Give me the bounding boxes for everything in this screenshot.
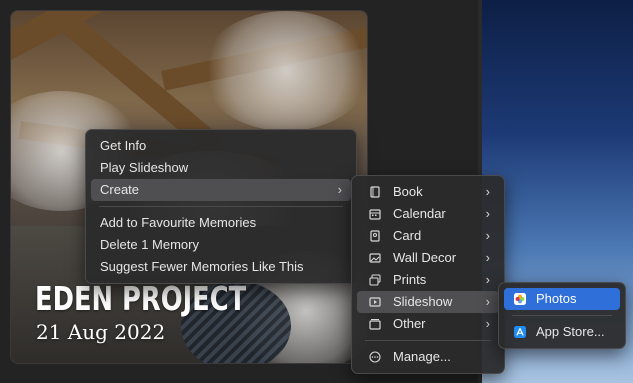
menu-item-delete-memory[interactable]: Delete 1 Memory (91, 234, 351, 256)
menu-item-label: Create (100, 182, 140, 197)
menu-item-label: Play Slideshow (100, 160, 189, 175)
memory-title: EDEN PROJECT (35, 279, 247, 318)
photos-app-icon (514, 293, 526, 305)
submenu-item-photos[interactable]: Photos (504, 288, 620, 310)
chevron-right-icon: › (485, 316, 490, 331)
calendar-icon (369, 209, 381, 220)
submenu-item-calendar[interactable]: Calendar › (357, 203, 499, 225)
menu-separator (99, 206, 343, 207)
card-icon (370, 230, 380, 242)
chevron-right-icon: › (485, 206, 490, 221)
submenu-item-app-store[interactable]: App Store... (504, 321, 620, 343)
submenu-item-label: Card (393, 228, 422, 243)
menu-separator (365, 340, 491, 341)
submenu-item-label: Manage... (393, 349, 451, 364)
submenu-item-prints[interactable]: Prints › (357, 269, 499, 291)
menu-item-get-info[interactable]: Get Info (91, 135, 351, 157)
submenu-item-manage[interactable]: Manage... (357, 346, 499, 368)
manage-icon (369, 351, 381, 363)
chevron-right-icon: › (485, 184, 490, 199)
menu-item-label: Delete 1 Memory (100, 237, 199, 252)
mist-cloud (201, 11, 367, 131)
submenu-item-label: Prints (393, 272, 427, 287)
chevron-right-icon: › (485, 294, 490, 309)
menu-item-create[interactable]: Create › (91, 179, 351, 201)
chevron-right-icon: › (485, 272, 490, 287)
submenu-item-label: App Store... (536, 324, 605, 339)
slideshow-submenu: Photos App Store... (498, 282, 626, 349)
chevron-right-icon: › (485, 250, 490, 265)
submenu-item-label: Wall Decor (393, 250, 457, 265)
menu-item-label: Get Info (100, 138, 147, 153)
menu-separator (512, 315, 612, 316)
menu-item-play-slideshow[interactable]: Play Slideshow (91, 157, 351, 179)
submenu-item-label: Other (393, 316, 426, 331)
submenu-item-card[interactable]: Card › (357, 225, 499, 247)
create-submenu: Book › Calendar › Card › Wall Decor › Pr… (351, 175, 505, 374)
memory-context-menu: Get Info Play Slideshow Create › Add to … (85, 129, 357, 284)
submenu-item-other[interactable]: Other › (357, 313, 499, 335)
submenu-item-label: Slideshow (393, 294, 453, 309)
submenu-item-wall-decor[interactable]: Wall Decor › (357, 247, 499, 269)
other-icon (369, 319, 381, 330)
menu-item-label: Suggest Fewer Memories Like This (100, 259, 304, 274)
wall-decor-icon (369, 253, 381, 263)
submenu-item-label: Photos (536, 291, 577, 306)
chevron-right-icon: › (337, 182, 342, 197)
prints-icon (369, 274, 381, 286)
app-store-icon (514, 326, 526, 338)
submenu-item-book[interactable]: Book › (357, 181, 499, 203)
menu-item-suggest-fewer[interactable]: Suggest Fewer Memories Like This (91, 256, 351, 278)
submenu-item-slideshow[interactable]: Slideshow › (357, 291, 499, 313)
menu-item-add-to-favourites[interactable]: Add to Favourite Memories (91, 212, 351, 234)
submenu-item-label: Calendar (393, 206, 446, 221)
book-icon (370, 186, 380, 198)
memory-date: 21 Aug 2022 (36, 320, 166, 344)
submenu-item-label: Book (393, 184, 423, 199)
menu-item-label: Add to Favourite Memories (100, 215, 257, 230)
chevron-right-icon: › (485, 228, 490, 243)
slideshow-icon (369, 297, 381, 307)
